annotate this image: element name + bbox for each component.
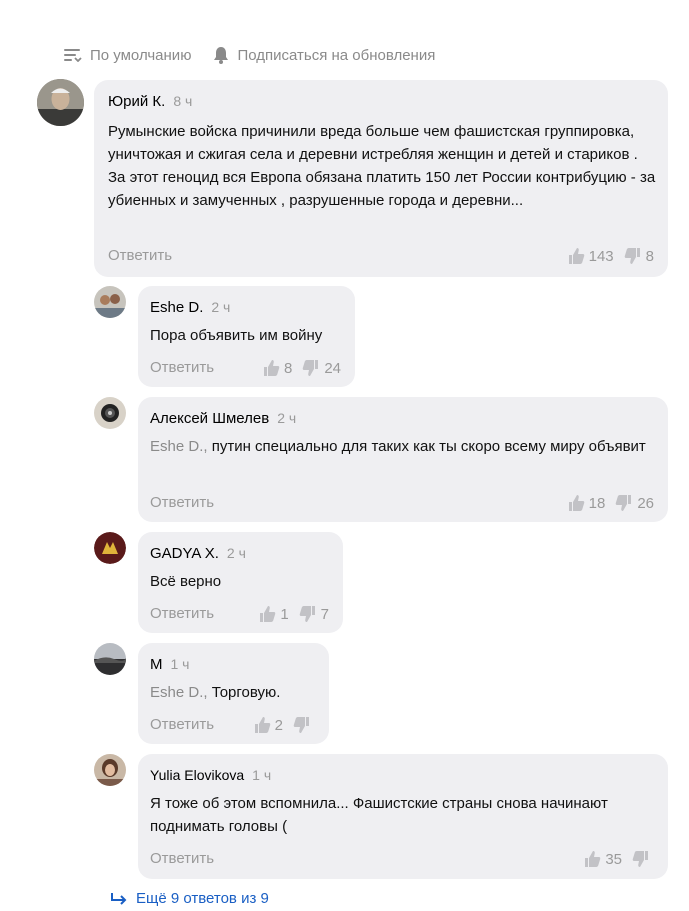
like-button[interactable]: 1 xyxy=(258,605,289,623)
avatar-yuri[interactable] xyxy=(37,79,84,126)
comment-bubble: Юрий К. 8 ч Румынские войска причинили в… xyxy=(94,80,668,277)
bell-icon xyxy=(213,46,229,64)
thumbs-up-icon xyxy=(585,851,601,867)
comment-bubble: Алексей Шмелев 2 ч Eshe D., путин специа… xyxy=(138,397,668,522)
comment-time: 1 ч xyxy=(170,656,190,672)
like-count: 35 xyxy=(605,850,622,868)
comment-body: путин специально для таких как ты скоро … xyxy=(211,438,646,455)
reply-button[interactable]: Ответить xyxy=(108,247,172,264)
like-button[interactable]: 18 xyxy=(567,494,606,512)
comments-toolbar: По умолчанию Подписаться на обновления xyxy=(64,44,435,66)
dislike-button[interactable] xyxy=(632,850,654,868)
like-count: 8 xyxy=(283,359,293,377)
dislike-button[interactable]: 8 xyxy=(624,247,654,265)
comment-text: Пора объявить им войну xyxy=(150,327,323,344)
thumbs-down-icon xyxy=(299,606,315,622)
comment-text: Eshe D., путин специально для таких как … xyxy=(150,435,655,458)
sort-icon xyxy=(64,48,82,62)
avatar-m[interactable] xyxy=(94,643,126,675)
avatar-yulia[interactable] xyxy=(94,754,126,786)
comment-time: 8 ч xyxy=(173,93,193,109)
subscribe-label: Подписаться на обновления xyxy=(237,46,436,64)
comment-author[interactable]: GADYA X. xyxy=(150,545,219,562)
thumbs-up-icon xyxy=(260,606,276,622)
more-replies-label: Ещё 9 ответов из 9 xyxy=(136,890,269,907)
comment-bubble: М 1 ч Eshe D., Торговую. Ответить 2 xyxy=(138,643,329,744)
more-replies-link[interactable]: Ещё 9 ответов из 9 xyxy=(110,890,269,907)
avatar-eshe[interactable] xyxy=(94,286,126,318)
thumbs-down-icon xyxy=(632,851,648,867)
like-button[interactable]: 143 xyxy=(567,247,614,265)
comment-time: 2 ч xyxy=(226,545,246,561)
comment-text: Всё верно xyxy=(150,573,222,590)
comment-text: Eshe D., Торговую. xyxy=(150,681,325,704)
comment-bubble: Eshe D. 2 ч Пора объявить им войну Ответ… xyxy=(138,286,355,387)
avatar-aleksey[interactable] xyxy=(94,397,126,429)
dislike-button[interactable] xyxy=(293,716,315,734)
dislike-count: 24 xyxy=(324,359,341,377)
reply-arrow-icon xyxy=(111,892,127,905)
reply-button[interactable]: Ответить xyxy=(150,494,214,511)
like-count: 18 xyxy=(588,494,606,512)
thumbs-down-icon xyxy=(303,360,319,376)
thumbs-down-icon xyxy=(616,495,632,511)
sort-label: По умолчанию xyxy=(90,46,192,64)
dislike-count: 8 xyxy=(645,247,654,265)
thumbs-up-icon xyxy=(254,717,270,733)
mention-link[interactable]: Eshe D., xyxy=(150,438,208,455)
mention-link[interactable]: Eshe D., xyxy=(150,684,208,701)
reply-button[interactable]: Ответить xyxy=(150,359,214,376)
subscribe-button[interactable]: Подписаться на обновления xyxy=(213,46,435,64)
dislike-button[interactable]: 26 xyxy=(615,494,654,512)
dislike-count: 26 xyxy=(637,494,654,512)
like-count: 2 xyxy=(274,716,283,734)
like-count: 1 xyxy=(280,605,289,623)
like-count: 143 xyxy=(588,247,614,265)
like-button[interactable]: 35 xyxy=(583,850,622,868)
comment-author[interactable]: Юрий К. xyxy=(108,93,165,110)
sort-button[interactable]: По умолчанию xyxy=(64,47,191,64)
dislike-button[interactable]: 7 xyxy=(299,605,329,623)
thumbs-up-icon xyxy=(568,248,584,264)
thumbs-up-icon xyxy=(263,360,280,376)
reply-button[interactable]: Ответить xyxy=(150,716,214,733)
comment-body: Торговую. xyxy=(211,684,281,701)
comment-bubble: GADYA X. 2 ч Всё верно Ответить 1 7 xyxy=(138,532,343,633)
thumbs-down-icon xyxy=(293,717,309,733)
comment-text: Я тоже об этом вспомнила... Фашистские с… xyxy=(150,795,608,835)
comment-time: 2 ч xyxy=(211,299,231,315)
dislike-count: 7 xyxy=(320,605,329,623)
comment-author[interactable]: М xyxy=(150,656,163,673)
thumbs-down-icon xyxy=(624,248,640,264)
comment-time: 1 ч xyxy=(252,767,272,783)
avatar-gadya[interactable] xyxy=(94,532,126,564)
reply-button[interactable]: Ответить xyxy=(150,605,214,622)
thumbs-up-icon xyxy=(568,495,584,511)
like-button[interactable]: 2 xyxy=(253,716,283,734)
comment-author[interactable]: Yulia Elovikova xyxy=(150,767,244,783)
comment-bubble: Yulia Elovikova 1 ч Я тоже об этом вспом… xyxy=(138,754,668,879)
comment-author[interactable]: Eshe D. xyxy=(150,299,203,316)
comment-text: Румынские войска причинили вреда больше … xyxy=(108,123,656,209)
like-button[interactable]: 8 xyxy=(262,359,292,377)
dislike-button[interactable]: 24 xyxy=(302,359,341,377)
comment-time: 2 ч xyxy=(277,410,297,426)
reply-button[interactable]: Ответить xyxy=(150,850,214,867)
comment-author[interactable]: Алексей Шмелев xyxy=(150,410,269,427)
